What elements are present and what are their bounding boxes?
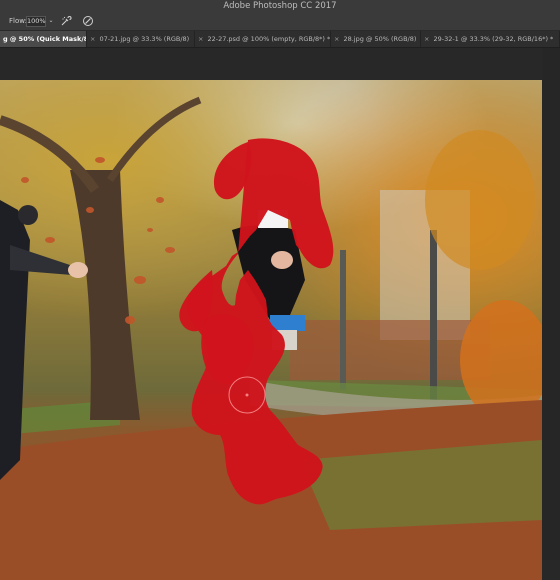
airbrush-icon[interactable]: [60, 15, 72, 27]
close-icon[interactable]: ×: [424, 35, 429, 43]
tab-label: 22-27.psd @ 100% (empty, RGB/8*) *: [207, 35, 331, 43]
tab-label: 07-21.jpg @ 33.3% (RGB/8): [99, 35, 190, 43]
pressure-brush-icon[interactable]: [82, 15, 94, 27]
canvas-scroll-edge: [542, 48, 560, 560]
tab-label: 29-32-1 @ 33.3% (29-32, RGB/16*) *: [433, 35, 554, 43]
tab-label: g @ 50% (Quick Mask/8) *: [3, 35, 86, 43]
tab-22-27[interactable]: × 22-27.psd @ 100% (empty, RGB/8*) *: [195, 31, 331, 47]
flow-label: Flow:: [9, 17, 27, 25]
tab-28[interactable]: × 28.jpg @ 50% (RGB/8): [331, 31, 421, 47]
tab-07-21[interactable]: × 07-21.jpg @ 33.3% (RGB/8): [87, 31, 195, 47]
close-icon[interactable]: ×: [334, 35, 339, 43]
tab-29-32-1[interactable]: × 29-32-1 @ 33.3% (29-32, RGB/16*) *: [421, 31, 560, 47]
document-tab-bar: g @ 50% (Quick Mask/8) * × 07-21.jpg @ 33…: [0, 31, 560, 48]
options-bar: Flow: 100% ⌄: [0, 12, 560, 31]
window-title: Adobe Photoshop CC 2017: [223, 1, 337, 11]
document-canvas[interactable]: [0, 80, 542, 580]
canvas-area: [0, 48, 560, 580]
close-icon[interactable]: ×: [198, 35, 203, 43]
tab-label: 28.jpg @ 50% (RGB/8): [343, 35, 417, 43]
tab-quick-mask[interactable]: g @ 50% (Quick Mask/8) *: [0, 31, 87, 47]
flow-input[interactable]: 100%: [26, 16, 46, 27]
flow-dropdown-icon[interactable]: ⌄: [47, 16, 55, 25]
close-icon[interactable]: ×: [90, 35, 95, 43]
